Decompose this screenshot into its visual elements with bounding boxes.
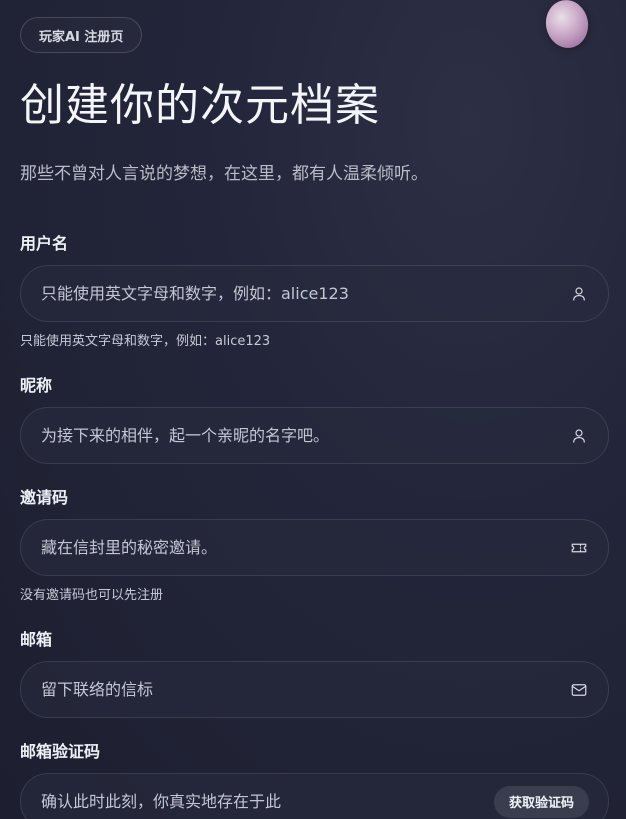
mail-icon [570, 681, 588, 699]
nickname-input[interactable] [41, 426, 560, 445]
invite-code-input[interactable] [41, 538, 560, 557]
invite-code-hint: 没有邀请码也可以先注册 [20, 588, 164, 603]
page-title: 创建你的次元档案 [20, 80, 380, 131]
email-code-input[interactable] [41, 792, 494, 811]
email-code-label: 邮箱验证码 [20, 742, 101, 761]
email-label: 邮箱 [20, 630, 53, 649]
email-code-field[interactable]: 获取验证码 [20, 773, 609, 819]
username-label: 用户名 [20, 234, 69, 253]
email-field[interactable] [20, 661, 609, 718]
invite-code-label: 邀请码 [20, 488, 69, 507]
page-badge: 玩家AI 注册页 [20, 17, 143, 53]
nickname-label: 昵称 [20, 376, 53, 395]
user-icon [570, 427, 588, 445]
ticket-icon [570, 539, 588, 557]
decorative-orb [542, 0, 592, 52]
nickname-field[interactable] [20, 407, 609, 464]
email-input[interactable] [41, 680, 560, 699]
invite-code-field[interactable] [20, 519, 609, 576]
user-icon [570, 285, 588, 303]
username-input[interactable] [41, 284, 560, 303]
username-field[interactable] [20, 265, 609, 322]
page-subtitle: 那些不曾对人言说的梦想，在这里，都有人温柔倾听。 [20, 164, 428, 184]
username-hint: 只能使用英文字母和数字，例如：alice123 [20, 334, 271, 349]
get-code-button[interactable]: 获取验证码 [493, 785, 589, 818]
